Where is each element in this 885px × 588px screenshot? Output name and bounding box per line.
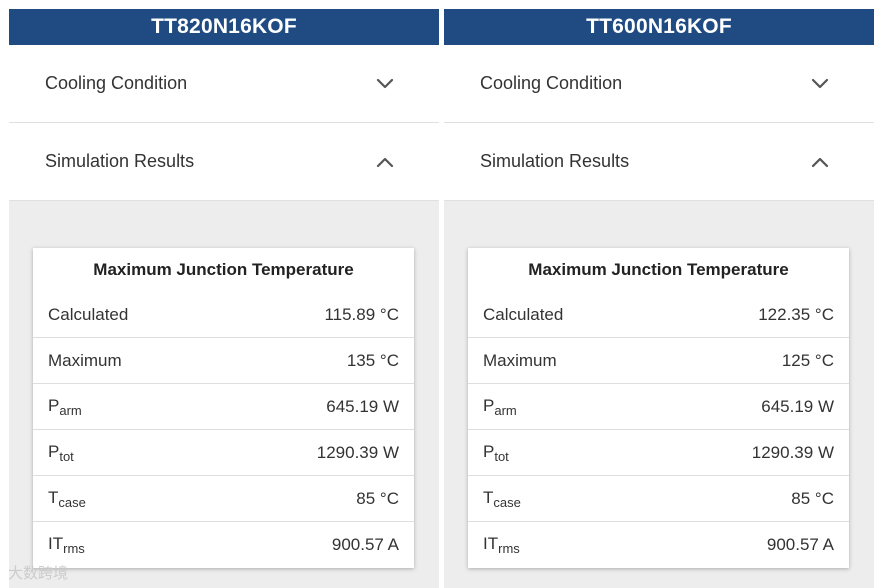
chevron-up-icon[interactable] xyxy=(810,152,830,172)
row-label: Maximum xyxy=(483,350,557,370)
row-label: Parm xyxy=(483,395,517,418)
table-row: Calculated 122.35 °C xyxy=(468,292,849,338)
table-row: Tcase 85 °C xyxy=(33,476,414,522)
table-row: Maximum 135 °C xyxy=(33,338,414,384)
row-label: ITrms xyxy=(483,533,520,556)
simulation-results-toggle[interactable]: Simulation Results xyxy=(444,123,874,201)
chevron-up-icon[interactable] xyxy=(375,152,395,172)
product-title: TT820N16KOF xyxy=(9,9,439,45)
section-label: Cooling Condition xyxy=(45,73,188,93)
table-row: ITrms 900.57 A xyxy=(33,522,414,567)
cooling-condition-toggle[interactable]: Cooling Condition xyxy=(9,45,439,123)
section-label: Simulation Results xyxy=(480,151,630,171)
chevron-down-icon[interactable] xyxy=(375,74,395,94)
simulation-results-toggle[interactable]: Simulation Results xyxy=(9,123,439,201)
row-value: 645.19 W xyxy=(326,396,399,416)
row-label: Tcase xyxy=(483,487,521,510)
card-title: Maximum Junction Temperature xyxy=(528,260,789,279)
product-title: TT600N16KOF xyxy=(444,9,874,45)
junction-temperature-card: Maximum Junction Temperature Calculated 1… xyxy=(468,248,849,568)
product-column-left: TT820N16KOF Cooling Condition Simulation… xyxy=(9,9,439,588)
table-row: Calculated 115.89 °C xyxy=(33,292,414,338)
row-value: 85 °C xyxy=(356,488,399,508)
row-label: Tcase xyxy=(48,487,86,510)
row-value: 1290.39 W xyxy=(751,442,834,462)
section-label: Cooling Condition xyxy=(480,73,623,93)
row-label: Maximum xyxy=(48,350,122,370)
row-value: 645.19 W xyxy=(761,396,834,416)
row-value: 1290.39 W xyxy=(316,442,399,462)
table-row: Ptot 1290.39 W xyxy=(33,430,414,476)
table-row: Parm 645.19 W xyxy=(33,384,414,430)
table-row: Parm 645.19 W xyxy=(468,384,849,430)
row-value: 122.35 °C xyxy=(758,304,834,324)
row-label: Calculated xyxy=(483,304,564,324)
row-value: 900.57 A xyxy=(766,534,834,554)
row-label: Calculated xyxy=(48,304,129,324)
junction-temperature-card: Maximum Junction Temperature Calculated 1… xyxy=(33,248,414,568)
row-label: Parm xyxy=(48,395,82,418)
row-label: Ptot xyxy=(483,441,509,464)
row-value: 900.57 A xyxy=(331,534,399,554)
row-value: 115.89 °C xyxy=(324,304,399,324)
table-row: Tcase 85 °C xyxy=(468,476,849,522)
row-label: ITrms xyxy=(48,533,85,556)
row-value: 125 °C xyxy=(781,350,834,370)
product-column-right: TT600N16KOF Cooling Condition Simulation… xyxy=(444,9,874,588)
table-row: ITrms 900.57 A xyxy=(468,522,849,567)
section-label: Simulation Results xyxy=(45,151,195,171)
card-title: Maximum Junction Temperature xyxy=(93,260,354,279)
chevron-down-icon[interactable] xyxy=(810,74,830,94)
table-row: Maximum 125 °C xyxy=(468,338,849,384)
cooling-condition-toggle[interactable]: Cooling Condition xyxy=(444,45,874,123)
table-row: Ptot 1290.39 W xyxy=(468,430,849,476)
row-label: Ptot xyxy=(48,441,74,464)
watermark: 大数跨境 xyxy=(8,564,69,582)
row-value: 85 °C xyxy=(791,488,834,508)
row-value: 135 °C xyxy=(346,350,399,370)
